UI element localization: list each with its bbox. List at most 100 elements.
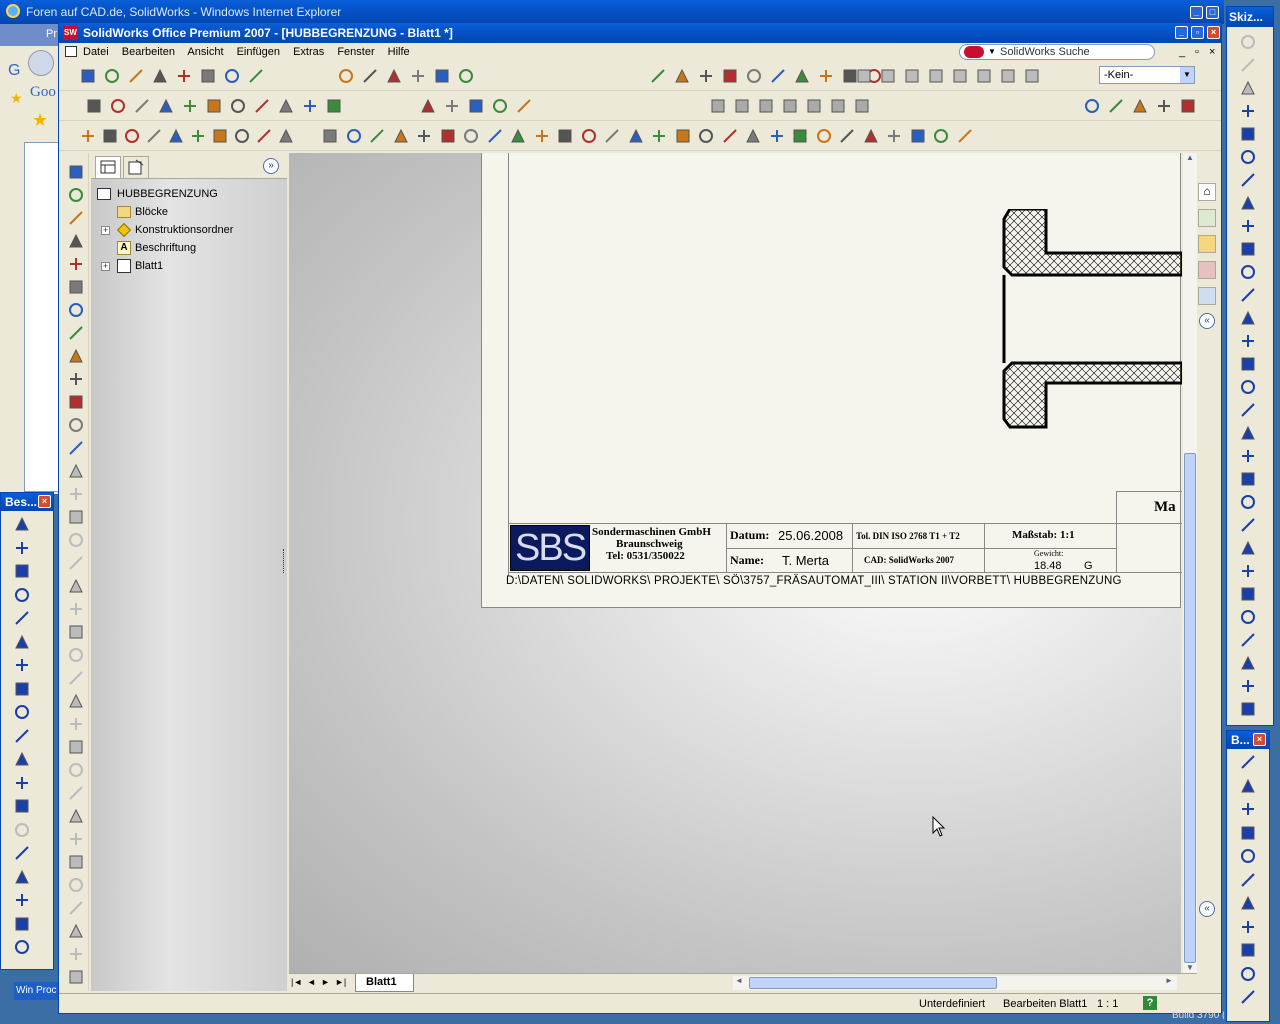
annotation-icon[interactable] [13,797,31,815]
layer-dropdown-icon[interactable]: ▼ [1180,67,1194,83]
layout-tool-icon[interactable] [855,67,873,85]
sketch-entity-icon[interactable] [1239,355,1257,373]
view-tool-icon[interactable] [385,67,403,85]
sketch-entity-icon[interactable] [1239,102,1257,120]
layout-tool-icon[interactable] [951,67,969,85]
annotation-icon[interactable] [13,609,31,627]
annotation-tool-icon[interactable] [145,127,163,145]
left-tool-icon[interactable] [67,163,85,181]
dimension-icon[interactable] [1239,894,1257,912]
left-tool-icon[interactable] [67,830,85,848]
sheet-tab-blatt1[interactable]: Blatt1 [355,974,414,992]
expand-icon[interactable]: + [101,226,110,235]
annotation-icon[interactable] [13,539,31,557]
sketch-entity-icon[interactable] [1239,700,1257,718]
bes-titlebar[interactable]: Bes... × [1,493,53,511]
left-tool-icon[interactable] [67,347,85,365]
left-tool-icon[interactable] [67,968,85,986]
layer-tool-icon[interactable] [1179,97,1197,115]
scroll-up-arrow[interactable]: ▲ [1183,153,1197,167]
standard-tool-icon[interactable] [223,67,241,85]
tree-item-beschriftung[interactable]: A Beschriftung [95,239,283,257]
standard-tool-icon[interactable] [103,67,121,85]
dimension-tool-icon[interactable] [345,127,363,145]
layer-tool-icon[interactable] [1083,97,1101,115]
file-explorer-icon[interactable] [1198,235,1216,253]
dimension-icon[interactable] [1239,777,1257,795]
menu-datei[interactable]: Datei [83,46,109,58]
standard-tool-icon[interactable] [79,67,97,85]
left-tool-icon[interactable] [67,209,85,227]
view-layout-icon[interactable] [781,97,799,115]
annotation-tool-icon[interactable] [233,127,251,145]
sketch-entity-icon[interactable] [1239,194,1257,212]
tree-item-blatt1[interactable]: + Blatt1 [95,257,283,275]
dimension-icon[interactable] [1239,988,1257,1006]
dimension-icon[interactable] [1239,800,1257,818]
left-tool-icon[interactable] [67,186,85,204]
dimension-icon[interactable] [1239,824,1257,842]
dimension-tool-icon[interactable] [439,127,457,145]
dimension-tool-icon[interactable] [462,127,480,145]
layer-tool-icon[interactable] [1131,97,1149,115]
zoom-tool-icon[interactable] [745,67,763,85]
sketch-entity-icon[interactable] [1239,516,1257,534]
left-tool-icon[interactable] [67,692,85,710]
doc-close-icon[interactable]: × [1209,43,1215,61]
dimension-tool-icon[interactable] [838,127,856,145]
dimension-tool-icon[interactable] [321,127,339,145]
annotation-icon[interactable] [13,938,31,956]
annotation-icon[interactable] [13,656,31,674]
sw-minimize-button[interactable]: _ [1175,26,1188,39]
menu-ansicht[interactable]: Ansicht [187,46,223,58]
prev-sheet-icon[interactable]: ◄ [307,977,316,987]
dimension-tool-icon[interactable] [580,127,598,145]
left-tool-icon[interactable] [67,577,85,595]
sw-titlebar[interactable]: SW SolidWorks Office Premium 2007 - [HUB… [59,23,1221,43]
h-scroll-thumb[interactable] [749,977,997,989]
bes-close-button[interactable]: × [38,495,51,508]
view-layout-icon[interactable] [709,97,727,115]
add-favorite-star-icon[interactable]: ★ [32,110,48,131]
left-tool-icon[interactable] [67,922,85,940]
annotation-tool-icon[interactable] [101,127,119,145]
dimension-tool-icon[interactable] [509,127,527,145]
home-icon[interactable]: ⌂ [1198,183,1216,201]
back-icon[interactable] [28,50,54,76]
favorites-star-icon[interactable]: ★ [10,90,23,107]
feature-tree-tab[interactable] [95,156,121,178]
left-tool-icon[interactable] [67,853,85,871]
standard-tool-icon[interactable] [199,67,217,85]
view-palette-icon[interactable] [1198,287,1216,305]
sw-restore-button[interactable]: ▫ [1191,26,1204,39]
vertical-scrollbar[interactable]: ▲ ▼ [1183,153,1197,973]
scroll-thumb[interactable] [1184,453,1196,963]
layout-tool-icon[interactable] [903,67,921,85]
doc-minimize-icon[interactable]: _ [1179,43,1185,61]
annotation-tool-icon[interactable] [211,127,229,145]
left-tool-icon[interactable] [67,508,85,526]
sketch-tool-icon[interactable] [301,97,319,115]
ie-tab-label[interactable]: Pr [46,28,57,40]
dimension-icon[interactable] [1239,941,1257,959]
left-tool-icon[interactable] [67,531,85,549]
sketch-entity-icon[interactable] [1239,493,1257,511]
view-layout-icon[interactable] [853,97,871,115]
sketch-entity-icon[interactable] [1239,401,1257,419]
search-box[interactable]: ▼ SolidWorks Suche [959,44,1155,60]
design-library-icon[interactable] [1198,209,1216,227]
sketch-tool-icon[interactable] [85,97,103,115]
zoom-tool-icon[interactable] [649,67,667,85]
dimension-tool-icon[interactable] [556,127,574,145]
dimension-tool-icon[interactable] [627,127,645,145]
standard-tool-icon[interactable] [247,67,265,85]
minimize-button[interactable]: _ [1190,6,1203,19]
zoom-tool-icon[interactable] [769,67,787,85]
left-tool-icon[interactable] [67,416,85,434]
b-titlebar[interactable]: B... × [1227,731,1269,749]
sw-close-button[interactable]: × [1207,26,1220,39]
layout-tool-icon[interactable] [927,67,945,85]
left-tool-icon[interactable] [67,462,85,480]
drawing-sheet[interactable]: SBS Sondermaschinen GmbH Braunschweig Te… [481,153,1182,608]
tree-root[interactable]: HUBBEGRENZUNG [95,185,283,203]
